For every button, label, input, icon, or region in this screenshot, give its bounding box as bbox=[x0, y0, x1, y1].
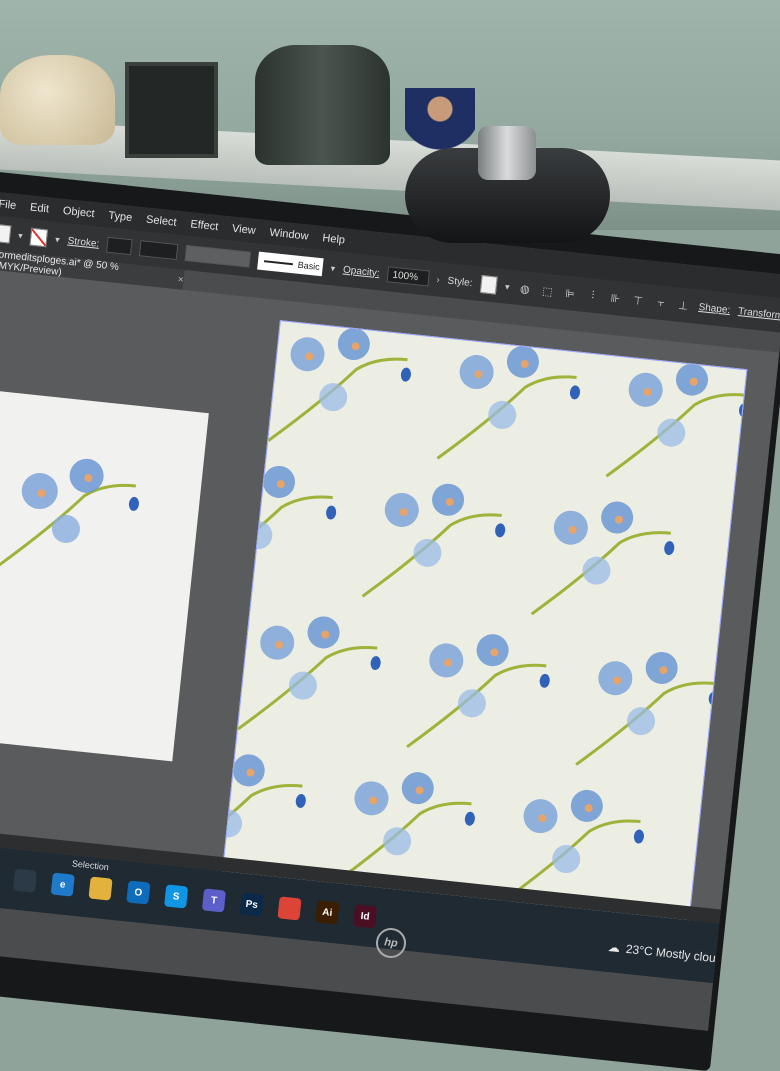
chrome-icon[interactable] bbox=[277, 896, 302, 921]
task-view-icon[interactable] bbox=[12, 868, 38, 893]
style-label: Style: bbox=[447, 275, 474, 289]
pattern-orchid-tile bbox=[221, 465, 337, 580]
skype-icon[interactable]: S bbox=[164, 884, 189, 909]
file-explorer-icon[interactable] bbox=[88, 876, 113, 901]
edge-icon[interactable]: e bbox=[50, 872, 75, 897]
stroke-label: Stroke: bbox=[67, 235, 100, 250]
pattern-orchid-tile bbox=[530, 501, 675, 616]
stroke-swatch[interactable] bbox=[29, 227, 49, 248]
menu-window[interactable]: Window bbox=[269, 227, 309, 243]
align-middle-icon[interactable]: ⫟ bbox=[653, 294, 669, 311]
pattern-orchid-tile bbox=[361, 483, 506, 598]
chevron-down-icon[interactable]: ▾ bbox=[18, 230, 24, 241]
weather-icon[interactable]: ☁ bbox=[607, 940, 620, 955]
teams-icon[interactable]: T bbox=[201, 888, 227, 913]
chevron-down-icon[interactable]: ▾ bbox=[330, 263, 336, 274]
align-center-icon[interactable]: ⫶ bbox=[585, 287, 601, 304]
chevron-right-icon[interactable]: › bbox=[436, 274, 440, 284]
opacity-input[interactable]: 100% bbox=[386, 266, 430, 287]
pattern-orchid-tile bbox=[267, 328, 411, 442]
chevron-down-icon[interactable]: ▾ bbox=[55, 234, 61, 245]
outlook-icon[interactable]: O bbox=[126, 880, 151, 905]
artboard-single-orchid[interactable] bbox=[0, 388, 209, 762]
screen: File Edit Object Type Select Effect View… bbox=[0, 191, 780, 1031]
fill-swatch[interactable] bbox=[0, 223, 12, 244]
align-right-icon[interactable]: ⊪ bbox=[607, 289, 623, 306]
variable-width-profile[interactable] bbox=[184, 244, 252, 268]
stroke-weight-dropdown[interactable] bbox=[138, 240, 179, 261]
menu-view[interactable]: View bbox=[231, 223, 256, 237]
menu-edit[interactable]: Edit bbox=[29, 201, 49, 215]
stroke-weight-field[interactable] bbox=[106, 236, 133, 256]
pattern-orchid-tile bbox=[406, 634, 550, 749]
align-top-icon[interactable]: ⊤ bbox=[630, 292, 646, 309]
canvas[interactable] bbox=[0, 268, 780, 927]
shape-label[interactable]: Shape: bbox=[698, 301, 731, 315]
menu-effect[interactable]: Effect bbox=[190, 218, 219, 233]
menu-file[interactable]: File bbox=[0, 198, 17, 212]
menu-help[interactable]: Help bbox=[322, 232, 346, 246]
align-to-icon[interactable]: ⬚ bbox=[539, 282, 555, 299]
pattern-orchid-tile bbox=[237, 616, 381, 731]
close-icon[interactable]: × bbox=[177, 274, 184, 286]
align-bottom-icon[interactable]: ⊥ bbox=[675, 297, 691, 314]
photoshop-icon[interactable]: Ps bbox=[239, 892, 264, 917]
webcam-lens bbox=[478, 126, 536, 180]
chevron-down-icon[interactable]: ▾ bbox=[505, 281, 511, 292]
pattern-orchid-tile bbox=[605, 363, 748, 478]
pattern-orchid-tile bbox=[436, 345, 581, 460]
photo-frame bbox=[125, 62, 218, 158]
brush-label: Basic bbox=[297, 259, 321, 273]
transform-label[interactable]: Transform bbox=[738, 306, 780, 322]
menu-object[interactable]: Object bbox=[62, 205, 95, 220]
decorative-vase bbox=[0, 55, 115, 145]
illustrator-icon[interactable]: Ai bbox=[315, 900, 340, 925]
indesign-icon[interactable]: Id bbox=[353, 904, 378, 929]
opacity-label[interactable]: Opacity: bbox=[343, 264, 381, 279]
orchid-illustration bbox=[0, 458, 139, 569]
pattern-orchid-tile bbox=[575, 651, 719, 766]
menu-type[interactable]: Type bbox=[108, 210, 133, 224]
align-left-icon[interactable]: ⊫ bbox=[562, 285, 578, 302]
plant-pot bbox=[255, 45, 390, 165]
artboard-orchid-pattern[interactable] bbox=[221, 320, 748, 927]
menu-select[interactable]: Select bbox=[145, 214, 177, 229]
brush-definition-field[interactable]: Basic bbox=[257, 251, 324, 277]
recolor-icon[interactable]: ◍ bbox=[517, 280, 533, 297]
graphic-style-swatch[interactable] bbox=[479, 274, 499, 295]
